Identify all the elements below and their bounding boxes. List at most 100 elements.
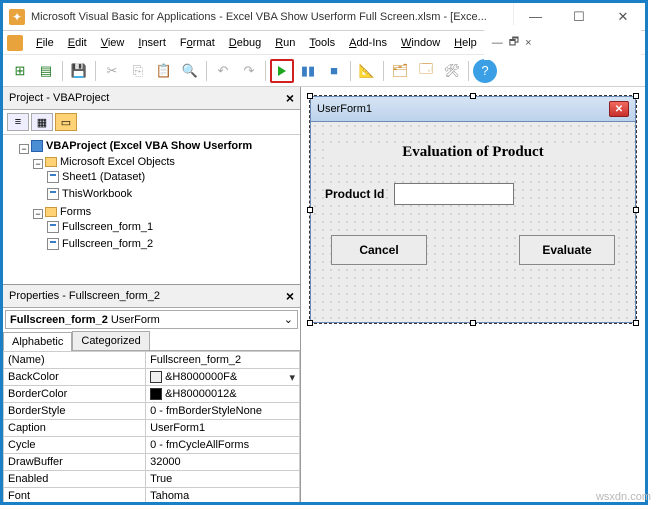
insert-module-button[interactable]: ▤ <box>34 59 58 83</box>
menu-view[interactable]: View <box>94 34 132 52</box>
userform-titlebar[interactable]: UserForm1 ✕ <box>311 97 635 122</box>
menu-window[interactable]: Window <box>394 34 447 52</box>
collapse-icon[interactable]: − <box>19 144 29 154</box>
project-panel-title: Project - VBAProject <box>9 92 109 104</box>
workbook-icon <box>47 188 59 200</box>
help-button[interactable]: ? <box>473 59 497 83</box>
properties-panel-title: Properties - Fullscreen_form_2 <box>9 290 160 302</box>
tab-alphabetic[interactable]: Alphabetic <box>3 332 72 351</box>
prop-value[interactable]: &H80000012& <box>146 386 300 403</box>
menu-help[interactable]: Help <box>447 34 484 52</box>
menu-debug[interactable]: Debug <box>222 34 268 52</box>
menu-insert[interactable]: Insert <box>131 34 173 52</box>
project-explorer-button[interactable]: 🗂 <box>388 59 412 83</box>
properties-grid[interactable]: (Name)Fullscreen_form_2BackColor&H800000… <box>3 350 300 502</box>
menu-edit[interactable]: Edit <box>61 34 94 52</box>
userform[interactable]: UserForm1 ✕ Evaluation of Product Produc… <box>310 96 636 323</box>
folder-icon <box>45 157 57 167</box>
resize-handle[interactable] <box>307 93 313 99</box>
selection-frame[interactable]: UserForm1 ✕ Evaluation of Product Produc… <box>309 95 637 324</box>
view-object-button[interactable]: ▦ <box>31 113 53 131</box>
project-root[interactable]: VBAProject (Excel VBA Show Userform <box>46 140 252 152</box>
save-button[interactable]: 💾 <box>67 59 91 83</box>
prop-name[interactable]: Enabled <box>4 471 146 488</box>
form1-node[interactable]: Fullscreen_form_1 <box>62 221 153 233</box>
prop-name[interactable]: Caption <box>4 420 146 437</box>
evaluate-button[interactable]: Evaluate <box>519 235 615 265</box>
prop-value[interactable]: UserForm1 <box>146 420 300 437</box>
undo-button[interactable]: ↶ <box>211 59 235 83</box>
sheet-icon <box>47 171 59 183</box>
form-designer[interactable]: UserForm1 ✕ Evaluation of Product Produc… <box>301 87 645 502</box>
menu-run[interactable]: Run <box>268 34 302 52</box>
cancel-button[interactable]: Cancel <box>331 235 427 265</box>
userform-caption: UserForm1 <box>317 103 372 115</box>
view-code-button[interactable]: ≡ <box>7 113 29 131</box>
object-selector[interactable]: Fullscreen_form_2 UserForm ⌄ <box>5 310 298 329</box>
form-icon <box>47 221 59 233</box>
design-mode-button[interactable]: 📐 <box>355 59 379 83</box>
heading-label[interactable]: Evaluation of Product <box>325 144 621 161</box>
prop-name[interactable]: BorderColor <box>4 386 146 403</box>
menu-file[interactable]: File <box>29 34 61 52</box>
break-button[interactable]: ▮▮ <box>296 59 320 83</box>
mdi-close-button[interactable]: × <box>525 37 531 49</box>
project-toolbar: ≡ ▦ ▭ <box>3 110 300 135</box>
menu-bar: File Edit View Insert Format Debug Run T… <box>3 31 645 55</box>
find-button[interactable]: 🔍 <box>178 59 202 83</box>
object-browser-button[interactable]: 🛠 <box>440 59 464 83</box>
mdi-max-button[interactable]: 🗗 <box>509 33 519 52</box>
prop-value[interactable]: Fullscreen_form_2 <box>146 352 300 369</box>
folder-icon <box>45 207 57 217</box>
prop-name[interactable]: Cycle <box>4 437 146 454</box>
menu-format[interactable]: Format <box>173 34 222 52</box>
run-button[interactable] <box>270 59 294 83</box>
excel-objects-folder[interactable]: Microsoft Excel Objects <box>60 156 175 168</box>
prop-name[interactable]: DrawBuffer <box>4 454 146 471</box>
prop-name[interactable]: BackColor <box>4 369 146 386</box>
watermark: wsxdn.com <box>596 491 651 503</box>
menu-addins[interactable]: Add-Ins <box>342 34 394 52</box>
properties-panel-header: Properties - Fullscreen_form_2 × <box>3 285 300 308</box>
menu-tools[interactable]: Tools <box>302 34 342 52</box>
form2-node[interactable]: Fullscreen_form_2 <box>62 238 153 250</box>
product-id-label[interactable]: Product Id <box>325 187 384 201</box>
prop-value[interactable]: 32000 <box>146 454 300 471</box>
tab-categorized[interactable]: Categorized <box>72 331 149 350</box>
sheet1-node[interactable]: Sheet1 (Dataset) <box>62 171 145 183</box>
thisworkbook-node[interactable]: ThisWorkbook <box>62 188 132 200</box>
project-tree[interactable]: −VBAProject (Excel VBA Show Userform −Mi… <box>3 135 300 285</box>
mdi-restore-button[interactable]: — <box>492 37 503 49</box>
resize-handle[interactable] <box>633 93 639 99</box>
prop-value[interactable]: 0 - fmBorderStyleNone <box>146 403 300 420</box>
system-icon[interactable] <box>7 35 23 51</box>
properties-window-button[interactable]: 🗔 <box>414 59 438 83</box>
project-panel-close[interactable]: × <box>286 90 294 106</box>
play-icon <box>278 66 286 76</box>
cut-button[interactable]: ✂ <box>100 59 124 83</box>
chevron-down-icon: ⌄ <box>284 313 293 326</box>
prop-value[interactable]: &H8000000F& <box>146 369 300 386</box>
forms-folder[interactable]: Forms <box>60 206 91 218</box>
prop-name[interactable]: (Name) <box>4 352 146 369</box>
resize-handle[interactable] <box>470 93 476 99</box>
product-id-textbox[interactable] <box>394 183 514 205</box>
reset-button[interactable]: ■ <box>322 59 346 83</box>
toggle-folders-button[interactable]: ▭ <box>55 113 77 131</box>
window-title: Microsoft Visual Basic for Applications … <box>31 11 513 23</box>
collapse-icon[interactable]: − <box>33 209 43 219</box>
copy-button[interactable]: ⎘ <box>126 59 150 83</box>
prop-value[interactable]: True <box>146 471 300 488</box>
prop-name[interactable]: Font <box>4 488 146 502</box>
app-icon: ✦ <box>9 9 25 25</box>
prop-name[interactable]: BorderStyle <box>4 403 146 420</box>
collapse-icon[interactable]: − <box>33 159 43 169</box>
redo-button[interactable]: ↷ <box>237 59 261 83</box>
form-icon <box>47 238 59 250</box>
userform-close-button[interactable]: ✕ <box>609 101 629 117</box>
prop-value[interactable]: Tahoma <box>146 488 300 502</box>
prop-value[interactable]: 0 - fmCycleAllForms <box>146 437 300 454</box>
paste-button[interactable]: 📋 <box>152 59 176 83</box>
properties-panel-close[interactable]: × <box>286 288 294 304</box>
view-excel-button[interactable]: ⊞ <box>8 59 32 83</box>
